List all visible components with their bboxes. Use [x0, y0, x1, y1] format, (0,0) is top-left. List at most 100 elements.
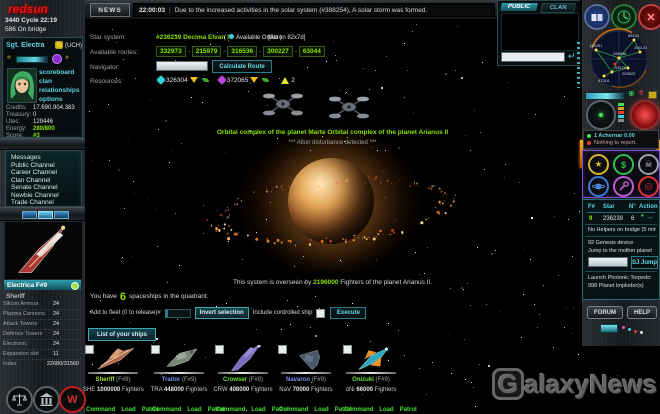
target-spiral-icon[interactable]: ◎ [638, 176, 659, 197]
sound-wave-left-icon[interactable]: « [7, 54, 11, 61]
quickbar-button-2[interactable] [38, 211, 53, 219]
help-button[interactable]: HELP [627, 306, 657, 319]
sidebar-item-options[interactable]: options [39, 95, 62, 104]
sj-jump-button[interactable]: SJ Jump [631, 256, 658, 269]
navigator-input[interactable] [156, 61, 208, 71]
orbit-info-icon[interactable] [229, 34, 234, 39]
ship-load-link[interactable]: Load [251, 407, 265, 413]
tab-public[interactable]: PUBLIC [500, 3, 538, 11]
chat-send-icon[interactable]: ↵ [568, 51, 576, 62]
game-screen: redsun 3440 Cycle 22:19 586 On bridge Sg… [0, 0, 660, 414]
torpedo-text-1[interactable]: Launch Photonic Torpedo: [588, 275, 652, 282]
route-link[interactable]: 332973 [156, 46, 186, 57]
ship-load-link[interactable]: Load [379, 407, 393, 413]
invert-selection-button[interactable]: Invert selection [194, 307, 249, 319]
bank-icon[interactable] [33, 386, 60, 413]
starmap-radar[interactable]: 130291 88141 205131 268938 93128 209622 … [582, 28, 658, 90]
chat-input[interactable] [501, 52, 565, 62]
fleet-row-f: 9 [589, 216, 593, 222]
include-controlled-checkbox[interactable] [316, 308, 326, 318]
pirate-icon[interactable]: ☠ [638, 154, 659, 175]
ship-command-link[interactable]: Command [152, 407, 181, 413]
sidebar-item-relationships[interactable]: relationships [39, 86, 79, 95]
quickbar-button-3[interactable] [54, 211, 69, 219]
scanner-icon[interactable] [611, 4, 637, 30]
close-icon[interactable]: ✕ [638, 4, 660, 30]
ship-load-link[interactable]: Load [187, 407, 201, 413]
ship-status-dot[interactable] [71, 282, 79, 290]
ship-fighter-unit: Fighters [122, 387, 144, 393]
route-link[interactable]: 215979 [191, 46, 222, 57]
alert-icon[interactable]: ‼ [639, 90, 643, 98]
fleet-row-star[interactable]: 236239 [603, 215, 623, 223]
overseen-line: This system is overseen by 2196000 Fight… [85, 278, 580, 287]
wiki-icon[interactable]: W [59, 386, 86, 413]
add-to-fleet-input[interactable] [164, 308, 191, 318]
add-target-icon[interactable]: ⊕ [628, 90, 635, 98]
ship-image-sheriff[interactable] [91, 345, 139, 371]
funnel-icon-2[interactable] [250, 77, 259, 83]
star-system-value[interactable]: #236239 Decima Elvan IV [156, 33, 233, 42]
radar-label: 88141 [628, 33, 640, 38]
sheriff-badge-icon[interactable]: ★ [588, 154, 609, 175]
ship-command-link[interactable]: Command [86, 407, 115, 413]
ship-command-link[interactable]: Command [216, 407, 245, 413]
alarm-gauge[interactable] [630, 100, 660, 130]
route-link[interactable]: 63044 [298, 46, 325, 57]
ship-load-link[interactable]: Load [314, 407, 328, 413]
cargo-chip-icon[interactable] [648, 91, 657, 99]
ship-underline [154, 372, 204, 374]
ship-command-link[interactable]: Command [344, 407, 373, 413]
action-scan-icon[interactable]: * [641, 214, 644, 221]
funnel-icon[interactable] [189, 77, 198, 83]
organics-icon-2[interactable] [262, 78, 270, 82]
list-of-ships-button[interactable]: List of your ships [88, 328, 156, 341]
ship-image-onizuki[interactable] [349, 345, 397, 371]
ship-image-crowser[interactable] [221, 345, 269, 371]
mute-icon[interactable] [52, 54, 62, 64]
col-fleet: F# [588, 204, 596, 210]
ship-command-link[interactable]: Command [279, 407, 308, 413]
ship-viewport [4, 221, 83, 280]
ship-patrol-link[interactable]: Patrol [400, 407, 417, 413]
volume-bar[interactable] [16, 56, 48, 63]
include-controlled-label: Include controlled ship [252, 310, 313, 316]
nav-gauge[interactable] [586, 100, 616, 130]
orbital-drone-arianus[interactable] [328, 93, 370, 121]
orbital-drone-marte[interactable] [262, 90, 304, 118]
scan-progress-bar[interactable] [585, 92, 625, 100]
calculate-route-button[interactable]: Calculate Route [212, 60, 272, 73]
sidebar-item-scoreboard[interactable]: scoreboard [39, 68, 74, 77]
tab-clan[interactable]: CLAN [539, 3, 577, 13]
log-book-icon[interactable] [584, 4, 610, 30]
organics-icon[interactable] [201, 78, 209, 82]
ship-name[interactable]: Onizuki [352, 377, 374, 383]
ship-name[interactable]: Traitor [162, 377, 181, 383]
sidebar-item-clan[interactable]: clan [39, 77, 52, 86]
ship-image-traitor[interactable] [157, 345, 205, 371]
news-button[interactable]: NEWS [90, 3, 130, 17]
action-jump-icon[interactable]: ↔ [647, 214, 654, 221]
repair-wrench-icon[interactable] [613, 176, 634, 197]
planet-service-icon[interactable] [588, 176, 609, 197]
jump-coordinates-input[interactable] [588, 257, 628, 267]
execute-button[interactable]: Execute [330, 307, 367, 319]
channel-trade[interactable]: Trade Channel [11, 198, 54, 207]
sound-wave-right-icon[interactable]: » [65, 54, 69, 61]
asteroid-belt [200, 139, 464, 281]
forum-button[interactable]: FORUM [587, 306, 623, 319]
route-link[interactable]: 300227 [263, 46, 293, 57]
route-link[interactable]: 316536 [227, 46, 258, 57]
torpedo-text-2: 998 Planet Imploder(s) [588, 283, 644, 289]
ship-name[interactable]: Navaron [286, 377, 310, 383]
bank-service-icon[interactable]: $ [613, 154, 634, 175]
ship-load-link[interactable]: Load [121, 407, 135, 413]
quickbar-button-1[interactable] [22, 211, 37, 219]
status-line-2: Nothing to report. [594, 140, 637, 146]
ship-name[interactable]: Sheriff [95, 377, 114, 383]
ship-name[interactable]: Crowser [223, 377, 247, 383]
scales-icon[interactable] [6, 386, 33, 413]
ship-card: Onizuki (F#9) oNi 66000 Fighters Command… [341, 343, 417, 413]
status-line-1[interactable]: 1 Achernar 0.00 [594, 133, 635, 140]
ship-image-navaron[interactable] [284, 345, 332, 371]
